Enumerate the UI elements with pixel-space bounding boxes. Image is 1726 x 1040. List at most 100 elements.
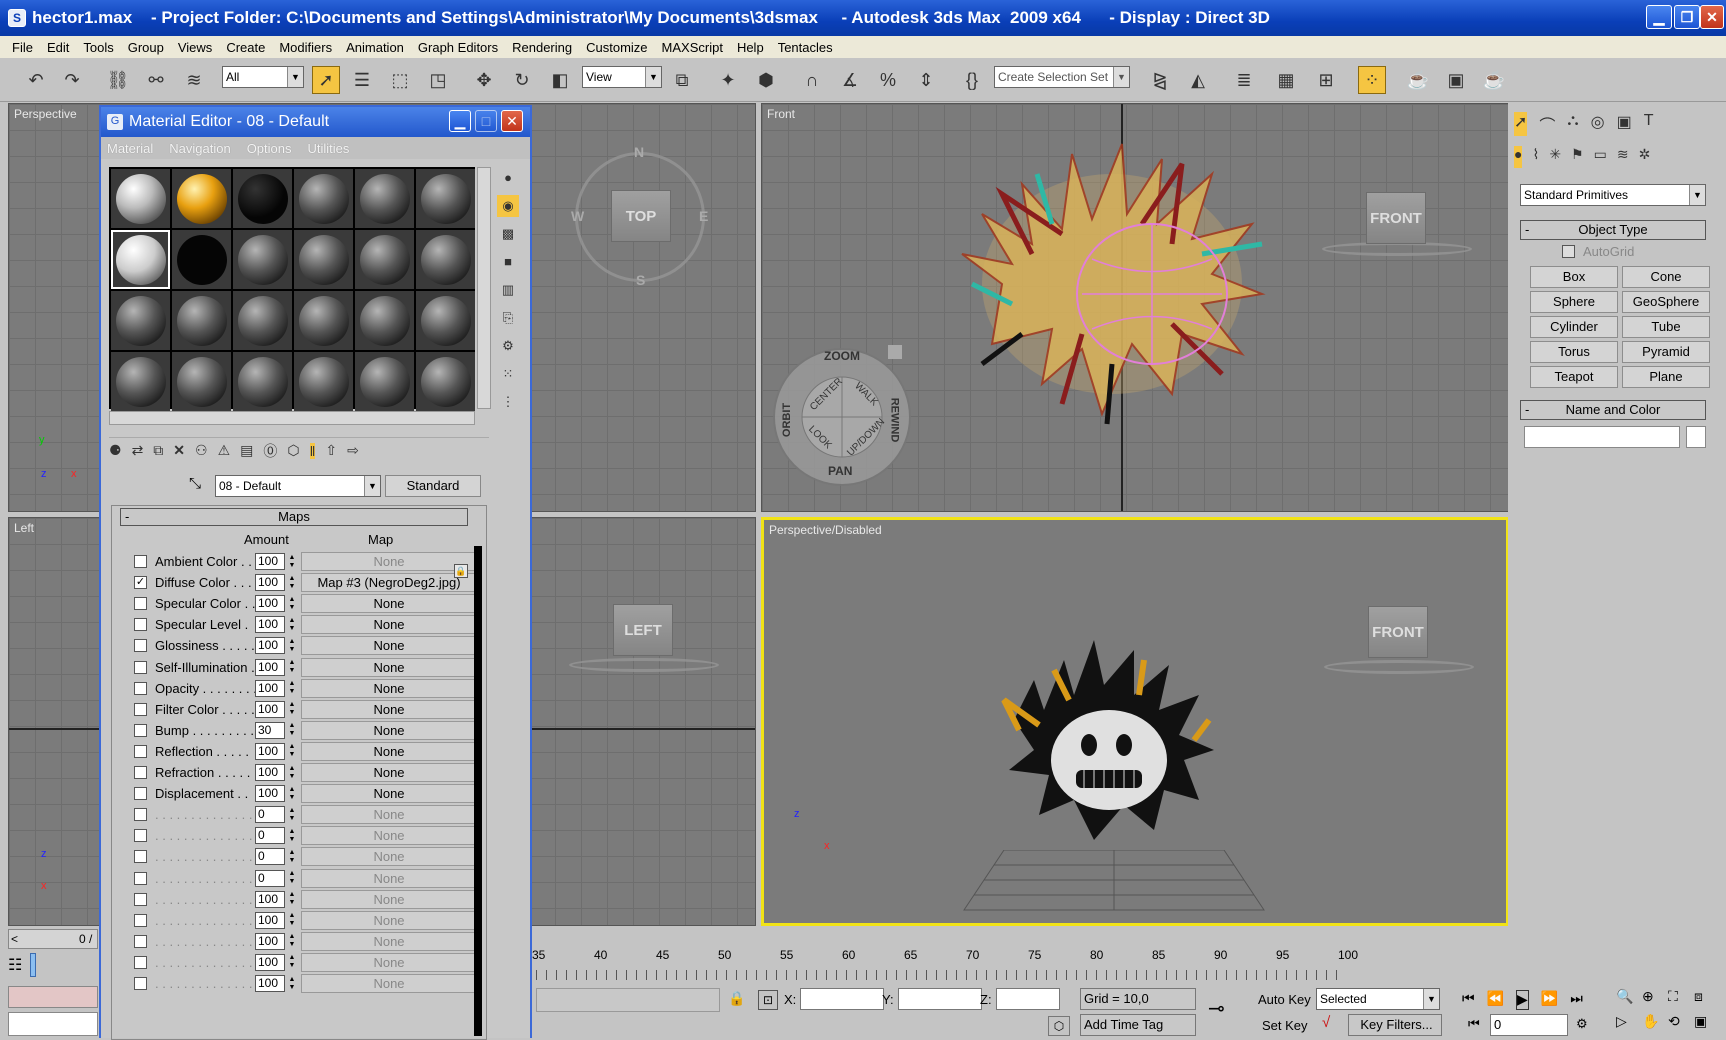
- sample-slot[interactable]: [355, 291, 414, 350]
- map-enable-checkbox[interactable]: [134, 955, 147, 969]
- map-enable-checkbox[interactable]: [134, 892, 147, 906]
- map-amount-field[interactable]: 30: [255, 721, 285, 739]
- selection-lock-icon[interactable]: 🔒: [728, 990, 745, 1007]
- me-menu-material[interactable]: Material: [107, 141, 153, 156]
- angle-snap-icon[interactable]: ∡: [836, 66, 864, 94]
- key-filters-button[interactable]: Key Filters...: [1348, 1014, 1442, 1036]
- amount-spinner[interactable]: ▲ ▼: [287, 765, 297, 781]
- modify-tab-icon[interactable]: ⌒: [1539, 112, 1555, 136]
- snaps-toggle-icon[interactable]: ∩: [798, 66, 826, 94]
- material-name-field[interactable]: 08 - Default ▼: [215, 475, 381, 497]
- key-selection-dropdown[interactable]: Selected ▼: [1316, 988, 1440, 1010]
- viewcube-ring[interactable]: [1324, 660, 1474, 674]
- map-slot-button[interactable]: None: [301, 699, 477, 719]
- amount-spinner[interactable]: ▲ ▼: [287, 617, 297, 633]
- render-production-icon[interactable]: ☕: [1480, 66, 1508, 94]
- show-end-result-icon[interactable]: ‖: [309, 442, 316, 459]
- wheel-zoom[interactable]: ZOOM: [824, 349, 860, 363]
- geometry-icon[interactable]: ●: [1514, 146, 1523, 168]
- amount-spinner[interactable]: ▲ ▼: [287, 807, 297, 823]
- percent-snap-icon[interactable]: %: [874, 66, 902, 94]
- material-map-navigator-icon[interactable]: ⋮: [497, 391, 519, 413]
- amount-spinner[interactable]: ▲ ▼: [287, 891, 297, 907]
- sample-slot[interactable]: [416, 230, 475, 289]
- map-amount-field[interactable]: 100: [255, 553, 285, 570]
- map-amount-field[interactable]: 0: [255, 869, 285, 887]
- sample-slot[interactable]: [111, 169, 170, 228]
- time-slider[interactable]: < 0 /: [8, 929, 98, 949]
- cameras-icon[interactable]: ⚑: [1571, 146, 1584, 168]
- render-setup-icon[interactable]: ☕: [1404, 66, 1432, 94]
- lights-icon[interactable]: ✳: [1549, 146, 1561, 168]
- amount-spinner[interactable]: ▲ ▼: [287, 701, 297, 717]
- minimize-button[interactable]: ▁: [1646, 5, 1672, 29]
- material-effects-channel-icon[interactable]: ⓪: [263, 441, 277, 461]
- sphere-button[interactable]: Sphere: [1530, 291, 1618, 313]
- map-amount-field[interactable]: 100: [255, 785, 285, 803]
- amount-spinner[interactable]: ▲ ▼: [287, 933, 297, 949]
- map-slot-button[interactable]: None: [301, 678, 477, 698]
- next-frame-icon[interactable]: ⏩: [1541, 990, 1558, 1010]
- select-link-icon[interactable]: ⛓: [104, 66, 132, 94]
- me-menu-options[interactable]: Options: [247, 141, 292, 156]
- plane-button[interactable]: Plane: [1622, 366, 1710, 388]
- sample-slot-active[interactable]: [111, 230, 170, 289]
- add-time-tag-button[interactable]: Add Time Tag: [1080, 1014, 1196, 1036]
- material-type-button[interactable]: Standard: [385, 475, 481, 497]
- orbit-icon[interactable]: ⟲: [1668, 1013, 1692, 1036]
- box-button[interactable]: Box: [1530, 266, 1618, 288]
- map-enable-checkbox[interactable]: [134, 934, 147, 948]
- zoom-icon[interactable]: 🔍: [1616, 988, 1640, 1011]
- sample-uv-tiling-icon[interactable]: ■: [497, 251, 519, 273]
- time-configuration-icon[interactable]: ⚙: [1576, 1016, 1588, 1032]
- torus-button[interactable]: Torus: [1530, 341, 1618, 363]
- get-material-icon[interactable]: ⚈: [109, 442, 122, 459]
- schematic-view-icon[interactable]: ⊞: [1312, 66, 1340, 94]
- y-coordinate-field[interactable]: [898, 988, 982, 1010]
- motion-tab-icon[interactable]: ◎: [1591, 112, 1605, 136]
- go-to-start-icon[interactable]: ⏮: [1462, 990, 1475, 1010]
- sample-slot[interactable]: [111, 352, 170, 411]
- maximize-viewport-icon[interactable]: ▣: [1694, 1013, 1718, 1036]
- sample-type-icon[interactable]: ●: [497, 167, 519, 189]
- wheel-pan[interactable]: PAN: [828, 464, 852, 478]
- amount-spinner[interactable]: ▲ ▼: [287, 638, 297, 654]
- map-slot-button[interactable]: None: [301, 720, 477, 740]
- viewcube-top[interactable]: TOP: [611, 190, 671, 242]
- menu-views[interactable]: Views: [178, 40, 212, 55]
- map-amount-field[interactable]: 100: [255, 742, 285, 760]
- undo-icon[interactable]: ↶: [22, 66, 50, 94]
- menu-animation[interactable]: Animation: [346, 40, 404, 55]
- autogrid-checkbox[interactable]: AutoGrid: [1562, 244, 1634, 259]
- map-enable-checkbox[interactable]: [134, 597, 147, 611]
- rotate-icon[interactable]: ↻: [508, 66, 536, 94]
- make-copy-icon[interactable]: ⚇: [195, 442, 208, 459]
- map-slot-button[interactable]: None: [301, 847, 477, 867]
- show-map-in-viewport-icon[interactable]: ⬡: [287, 442, 299, 459]
- amount-spinner[interactable]: ▲ ▼: [287, 954, 297, 970]
- map-enable-checkbox[interactable]: [134, 850, 147, 864]
- amount-spinner[interactable]: ▲ ▼: [287, 849, 297, 865]
- amount-spinner[interactable]: ▲ ▼: [287, 912, 297, 928]
- amount-spinner[interactable]: ▲ ▼: [287, 870, 297, 886]
- make-unique-icon[interactable]: ⚠: [218, 442, 231, 459]
- zoom-extents-icon[interactable]: ⛶: [1668, 988, 1692, 1011]
- map-amount-field[interactable]: 100: [255, 932, 285, 950]
- maxscript-input-mini[interactable]: [8, 1012, 98, 1036]
- map-enable-checkbox[interactable]: [134, 639, 147, 653]
- map-amount-field[interactable]: 0: [255, 806, 285, 824]
- sample-slot[interactable]: [416, 291, 475, 350]
- map-amount-field[interactable]: 100: [255, 574, 285, 592]
- edit-named-selection-icon[interactable]: {}: [958, 66, 986, 94]
- mirror-icon[interactable]: ⧎: [1146, 66, 1174, 94]
- open-mini-curve-editor-icon[interactable]: ☷: [8, 955, 22, 975]
- viewport-perspective-active[interactable]: Perspective/Disabled FRONT z x: [761, 517, 1509, 926]
- amount-spinner[interactable]: ▲ ▼: [287, 575, 297, 591]
- map-slot-button[interactable]: None: [301, 594, 477, 614]
- keyboard-shortcut-icon[interactable]: ⬢: [752, 66, 780, 94]
- pivot-center-icon[interactable]: ⧉: [668, 66, 696, 94]
- map-enable-checkbox[interactable]: [134, 702, 147, 716]
- menu-tools[interactable]: Tools: [83, 40, 113, 55]
- map-amount-field[interactable]: 100: [255, 975, 285, 992]
- assign-to-selection-icon[interactable]: ⧉: [153, 442, 163, 459]
